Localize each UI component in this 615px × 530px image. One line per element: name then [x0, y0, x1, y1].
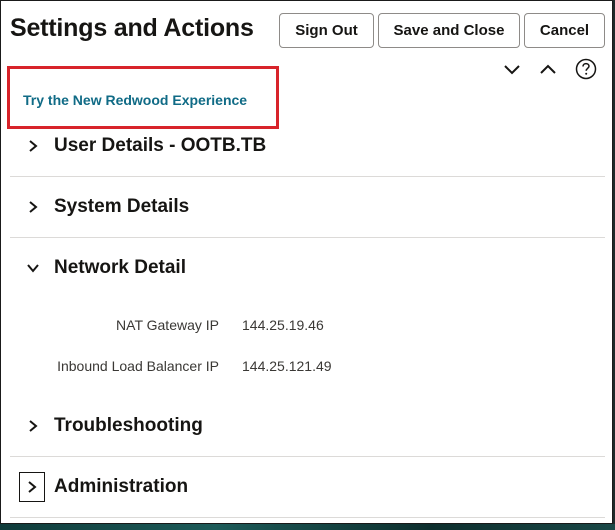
section-administration[interactable]: Administration — [10, 457, 605, 517]
detail-label: Inbound Load Balancer IP — [57, 358, 219, 374]
section-label: Network Detail — [54, 257, 186, 278]
page-title: Settings and Actions — [10, 14, 254, 42]
detail-row-nat-gateway: NAT Gateway IP 144.25.19.46 — [10, 317, 605, 337]
chevron-right-icon — [24, 137, 42, 155]
section-label: Troubleshooting — [54, 415, 203, 436]
collapse-all-button[interactable] — [536, 57, 560, 81]
save-and-close-button[interactable]: Save and Close — [378, 13, 520, 48]
chevron-right-icon — [24, 198, 42, 216]
chevron-right-icon — [24, 417, 42, 435]
help-button[interactable] — [574, 57, 598, 81]
section-label: User Details - OOTB.TB — [54, 135, 267, 156]
section-system-details[interactable]: System Details — [10, 177, 605, 237]
background-strip — [0, 524, 615, 530]
detail-value: 144.25.19.46 — [242, 317, 324, 333]
chevron-down-icon — [24, 259, 42, 277]
detail-label: NAT Gateway IP — [116, 317, 219, 333]
chevron-down-icon — [504, 65, 520, 75]
settings-actions-panel: Settings and Actions Sign Out Save and C… — [0, 0, 613, 524]
expand-all-button[interactable] — [500, 57, 524, 81]
chevron-up-icon — [540, 64, 556, 74]
section-troubleshooting[interactable]: Troubleshooting — [10, 396, 605, 456]
detail-value: 144.25.121.49 — [242, 358, 332, 374]
chevron-right-icon[interactable] — [19, 472, 45, 502]
try-redwood-link[interactable]: Try the New Redwood Experience — [23, 92, 247, 108]
detail-row-inbound-lb: Inbound Load Balancer IP 144.25.121.49 — [10, 358, 605, 378]
section-label: Administration — [54, 476, 189, 497]
section-label: System Details — [54, 196, 190, 217]
sign-out-button[interactable]: Sign Out — [279, 13, 374, 48]
help-circle-icon — [575, 58, 597, 80]
section-divider — [10, 517, 605, 518]
cancel-button[interactable]: Cancel — [524, 13, 605, 48]
section-user-details[interactable]: User Details - OOTB.TB — [10, 116, 605, 176]
section-network-detail[interactable]: Network Detail — [10, 238, 605, 298]
